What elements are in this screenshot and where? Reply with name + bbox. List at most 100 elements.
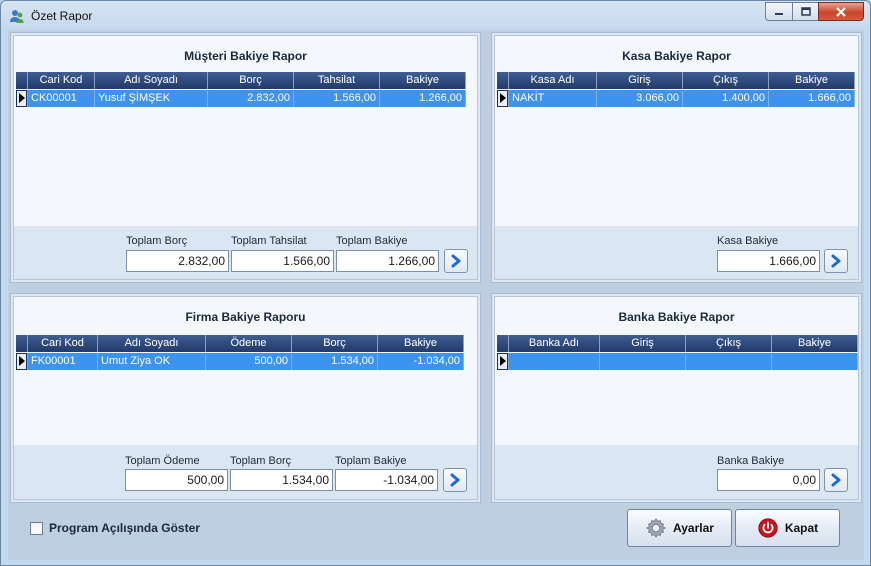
toplam-bakiye-label: Toplam Bakiye bbox=[336, 235, 408, 247]
kasa-go-button[interactable] bbox=[824, 249, 848, 273]
users-icon bbox=[10, 10, 24, 23]
column-header[interactable]: Banka Adı bbox=[509, 335, 600, 352]
grid-header-indicator bbox=[16, 72, 28, 89]
client-area: Müşteri Bakiye Rapor Cari Kod Adı Soyadı… bbox=[8, 30, 864, 560]
show-on-startup-row[interactable]: Program Açılışında Göster bbox=[30, 521, 200, 535]
window-title: Özet Rapor bbox=[31, 9, 93, 23]
column-header[interactable]: Ödeme bbox=[206, 335, 292, 352]
table-row[interactable]: NAKİT 3.066,00 1.400,00 1.666,00 bbox=[497, 90, 855, 107]
kasa-footer: Kasa Bakiye 1.666,00 bbox=[495, 226, 858, 279]
banka-bakiye-label: Banka Bakiye bbox=[717, 455, 785, 467]
table-cell[interactable] bbox=[686, 353, 772, 370]
grid-header-indicator bbox=[497, 335, 509, 352]
column-header[interactable]: Adı Soyadı bbox=[95, 72, 208, 89]
table-row[interactable] bbox=[497, 353, 858, 370]
column-header[interactable]: Bakiye bbox=[772, 335, 858, 352]
arrow-right-icon bbox=[831, 254, 841, 268]
table-cell[interactable]: CK00001 bbox=[28, 90, 95, 107]
power-icon bbox=[758, 518, 778, 538]
close-window-button[interactable] bbox=[818, 2, 864, 21]
toplam-borc-field[interactable]: 1.534,00 bbox=[230, 469, 333, 491]
row-indicator-icon bbox=[16, 353, 28, 370]
arrow-right-icon bbox=[451, 254, 461, 268]
table-cell[interactable]: 1.666,00 bbox=[769, 90, 855, 107]
close-label: Kapat bbox=[784, 521, 819, 535]
table-cell[interactable]: 2.832,00 bbox=[208, 90, 294, 107]
toplam-borc-field[interactable]: 2.832,00 bbox=[126, 250, 229, 272]
settings-label: Ayarlar bbox=[673, 521, 714, 535]
toplam-tahsilat-label: Toplam Tahsilat bbox=[231, 235, 307, 247]
gear-icon bbox=[646, 518, 666, 538]
banka-footer: Banka Bakiye 0,00 bbox=[495, 445, 858, 499]
table-cell[interactable]: 3.066,00 bbox=[597, 90, 683, 107]
toplam-odeme-label: Toplam Ödeme bbox=[125, 455, 200, 467]
column-header[interactable]: Giriş bbox=[600, 335, 686, 352]
banka-bakiye-field[interactable]: 0,00 bbox=[717, 469, 820, 491]
column-header[interactable]: Kasa Adı bbox=[509, 72, 597, 89]
musteri-footer: Toplam Borç Toplam Tahsilat Toplam Bakiy… bbox=[14, 226, 477, 279]
column-header[interactable]: Bakiye bbox=[380, 72, 466, 89]
kasa-bakiye-label: Kasa Bakiye bbox=[717, 235, 779, 247]
table-cell[interactable]: 1.534,00 bbox=[292, 353, 378, 370]
musteri-panel: Müşteri Bakiye Rapor Cari Kod Adı Soyadı… bbox=[10, 32, 481, 283]
table-cell[interactable]: Yusuf ŞİMŞEK bbox=[95, 90, 208, 107]
kasa-panel: Kasa Bakiye Rapor Kasa Adı Giriş Çıkış B… bbox=[491, 32, 862, 283]
arrow-right-icon bbox=[450, 473, 460, 487]
table-cell[interactable]: 1.266,00 bbox=[380, 90, 466, 107]
toplam-bakiye-field[interactable]: -1.034,00 bbox=[335, 469, 438, 491]
column-header[interactable]: Cari Kod bbox=[28, 335, 98, 352]
column-header[interactable]: Bakiye bbox=[378, 335, 464, 352]
table-cell[interactable]: Umut Ziya OK bbox=[98, 353, 206, 370]
kasa-bakiye-field[interactable]: 1.666,00 bbox=[717, 250, 820, 272]
minimize-button[interactable] bbox=[765, 2, 792, 21]
table-cell[interactable]: NAKİT bbox=[509, 90, 597, 107]
table-cell[interactable] bbox=[600, 353, 686, 370]
show-on-startup-checkbox[interactable] bbox=[30, 521, 43, 535]
table-cell[interactable]: 1.400,00 bbox=[683, 90, 769, 107]
app-window: Özet Rapor Müşteri Bakiye Rapor Cari Kod bbox=[0, 0, 871, 566]
minimize-icon bbox=[775, 12, 783, 15]
toplam-bakiye-label: Toplam Bakiye bbox=[335, 455, 407, 467]
column-header[interactable]: Çıkış bbox=[686, 335, 772, 352]
banka-panel: Banka Bakiye Rapor Banka Adı Giriş Çıkış… bbox=[491, 293, 862, 503]
table-cell[interactable]: -1.034,00 bbox=[378, 353, 464, 370]
table-cell[interactable]: FK00001 bbox=[28, 353, 98, 370]
musteri-title: Müşteri Bakiye Rapor bbox=[184, 49, 307, 63]
arrow-right-icon bbox=[831, 473, 841, 487]
show-on-startup-label[interactable]: Program Açılışında Göster bbox=[49, 521, 200, 535]
column-header[interactable]: Borç bbox=[292, 335, 378, 352]
firma-go-button[interactable] bbox=[443, 468, 467, 492]
toplam-odeme-field[interactable]: 500,00 bbox=[125, 469, 228, 491]
grid-header-indicator bbox=[497, 72, 509, 89]
settings-button[interactable]: Ayarlar bbox=[627, 509, 732, 547]
row-indicator-icon bbox=[497, 353, 509, 370]
banka-title: Banka Bakiye Rapor bbox=[618, 310, 735, 324]
close-button[interactable]: Kapat bbox=[735, 509, 840, 547]
column-header[interactable]: Tahsilat bbox=[294, 72, 380, 89]
row-indicator-icon bbox=[497, 90, 509, 107]
table-cell[interactable] bbox=[772, 353, 858, 370]
table-cell[interactable]: 1.566,00 bbox=[294, 90, 380, 107]
banka-go-button[interactable] bbox=[824, 468, 848, 492]
grid-header-indicator bbox=[16, 335, 28, 352]
toplam-borc-label: Toplam Borç bbox=[230, 455, 292, 467]
musteri-go-button[interactable] bbox=[444, 249, 468, 273]
table-cell[interactable] bbox=[509, 353, 600, 370]
row-indicator-icon bbox=[16, 90, 28, 107]
toplam-tahsilat-field[interactable]: 1.566,00 bbox=[231, 250, 334, 272]
column-header[interactable]: Bakiye bbox=[769, 72, 855, 89]
column-header[interactable]: Borç bbox=[208, 72, 294, 89]
toplam-bakiye-field[interactable]: 1.266,00 bbox=[336, 250, 439, 272]
table-cell[interactable]: 500,00 bbox=[206, 353, 292, 370]
firma-footer: Toplam Ödeme Toplam Borç Toplam Bakiye 5… bbox=[14, 445, 477, 499]
column-header[interactable]: Çıkış bbox=[683, 72, 769, 89]
column-header[interactable]: Adı Soyadı bbox=[98, 335, 206, 352]
column-header[interactable]: Giriş bbox=[597, 72, 683, 89]
maximize-button[interactable] bbox=[792, 2, 818, 21]
column-header[interactable]: Cari Kod bbox=[28, 72, 95, 89]
toplam-borc-label: Toplam Borç bbox=[126, 235, 188, 247]
table-row[interactable]: CK00001 Yusuf ŞİMŞEK 2.832,00 1.566,00 1… bbox=[16, 90, 466, 107]
title-bar[interactable]: Özet Rapor bbox=[1, 1, 870, 31]
table-row[interactable]: FK00001 Umut Ziya OK 500,00 1.534,00 -1.… bbox=[16, 353, 464, 370]
firma-title: Firma Bakiye Raporu bbox=[185, 310, 306, 324]
